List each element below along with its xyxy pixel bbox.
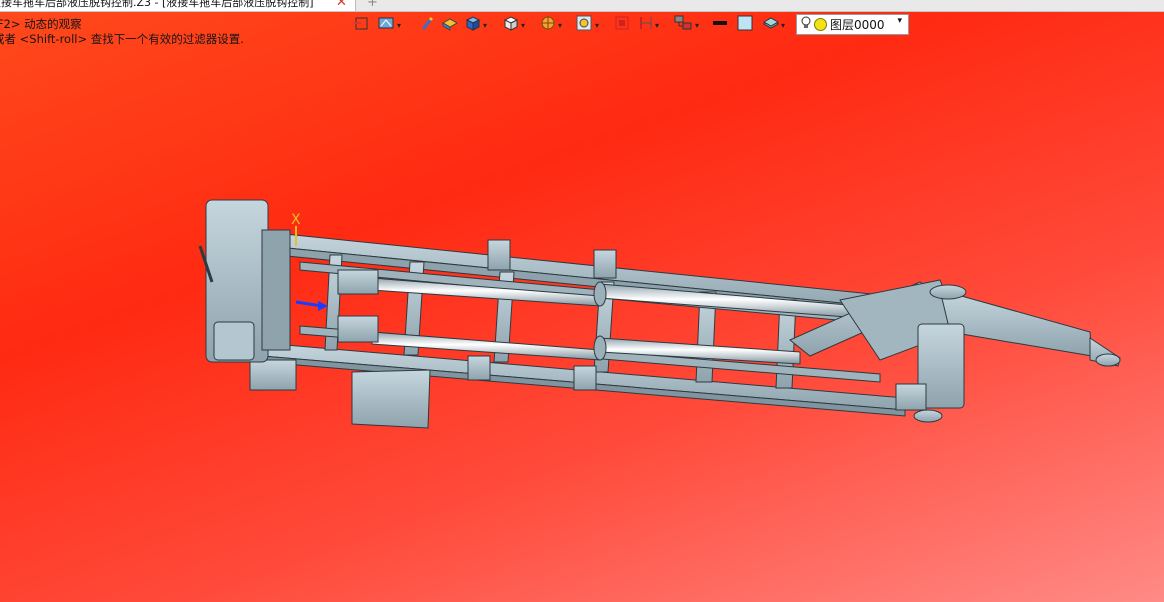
face-color-button[interactable]	[737, 15, 753, 35]
box-shade-dropdown[interactable]: ▾	[483, 21, 487, 30]
section-view-button[interactable]: ▾	[539, 16, 562, 34]
box-shade-icon	[464, 15, 482, 35]
material-icon	[441, 15, 459, 35]
zoom-icon	[576, 15, 594, 35]
zoom-dropdown[interactable]: ▾	[595, 21, 599, 30]
render-mode-icon	[378, 15, 396, 35]
cube-view-icon	[502, 15, 520, 35]
render-mode-button[interactable]: ▾	[378, 16, 401, 34]
view-frame-icon	[354, 15, 370, 35]
pen-icon	[420, 15, 434, 35]
axis-triad: X	[291, 212, 328, 311]
cad-viewport[interactable]: X	[0, 0, 1164, 602]
tree-button[interactable]: ▾	[674, 15, 699, 35]
layer-dropdown[interactable]: ▾	[781, 21, 785, 30]
cube-view-dropdown[interactable]: ▾	[521, 21, 525, 30]
filter-icon	[638, 15, 654, 35]
layer-select-arrow-icon[interactable]: ▾	[897, 16, 902, 26]
box-shade-button[interactable]: ▾	[464, 16, 487, 34]
section-view-dropdown[interactable]: ▾	[558, 21, 562, 30]
fit-icon	[614, 15, 630, 35]
face-color-icon	[737, 15, 753, 35]
line-color-button[interactable]	[712, 16, 728, 34]
axis-x-label: X	[291, 212, 301, 228]
material-button[interactable]	[441, 16, 459, 34]
tree-icon	[674, 15, 694, 35]
view-toolbar: ▾ ▾ ▾ ▾ ▾ ▾ ▾ ▾ 图层0000 ▾	[352, 14, 912, 36]
tree-dropdown[interactable]: ▾	[695, 21, 699, 30]
filter-dropdown[interactable]: ▾	[655, 21, 659, 30]
layer-select-value: 图层0000	[830, 18, 885, 32]
filter-button[interactable]: ▾	[638, 16, 659, 34]
cube-view-button[interactable]: ▾	[502, 16, 525, 34]
view-frame-button[interactable]	[354, 16, 370, 34]
line-color-icon	[712, 15, 728, 35]
fit-button[interactable]	[614, 16, 630, 34]
render-mode-dropdown[interactable]: ▾	[397, 21, 401, 30]
layer-select[interactable]: 图层0000 ▾	[796, 14, 909, 35]
layer-button[interactable]: ▾	[762, 16, 785, 34]
layer-color-dot	[814, 18, 827, 31]
pen-button[interactable]	[420, 16, 434, 34]
trailer-frame-model[interactable]	[198, 199, 1121, 429]
section-view-icon	[539, 15, 557, 35]
zoom-button[interactable]: ▾	[576, 15, 599, 35]
layer-icon	[762, 15, 780, 35]
lightbulb-icon	[801, 16, 811, 33]
